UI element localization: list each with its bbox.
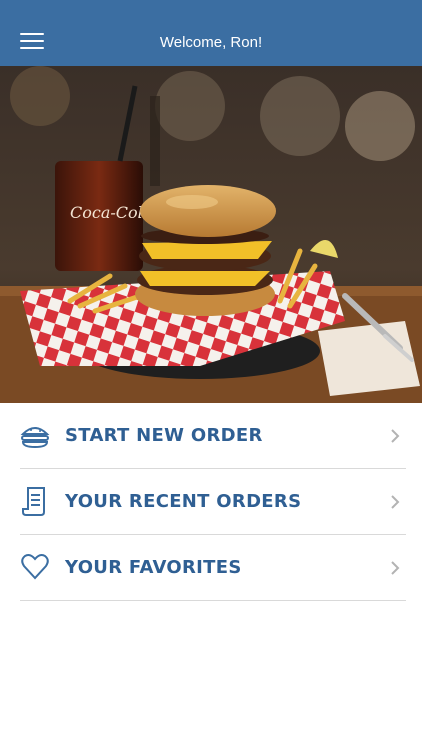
chevron-right-icon [391, 495, 400, 509]
recent-orders-label: YOUR RECENT ORDERS [65, 491, 302, 512]
favorites-label: YOUR FAVORITES [65, 557, 242, 578]
svg-text:Coca-Cola: Coca-Cola [70, 203, 152, 222]
hero-image: Coca-Cola [0, 66, 422, 403]
chevron-right-icon [391, 429, 400, 443]
chevron-right-icon [391, 561, 400, 575]
recent-orders-item[interactable]: YOUR RECENT ORDERS [20, 469, 406, 535]
favorites-item[interactable]: YOUR FAVORITES [20, 535, 406, 601]
page-title: Welcome, Ron! [159, 34, 263, 51]
heart-icon [21, 554, 49, 580]
burger-icon [20, 427, 50, 449]
main-menu: START NEW ORDER YOUR RECENT ORDERS YOUR … [0, 403, 422, 601]
start-new-order-item[interactable]: START NEW ORDER [20, 403, 406, 469]
receipt-icon [22, 487, 45, 516]
top-nav-bar: Welcome, Ron! [0, 0, 422, 66]
start-new-order-label: START NEW ORDER [65, 425, 263, 446]
